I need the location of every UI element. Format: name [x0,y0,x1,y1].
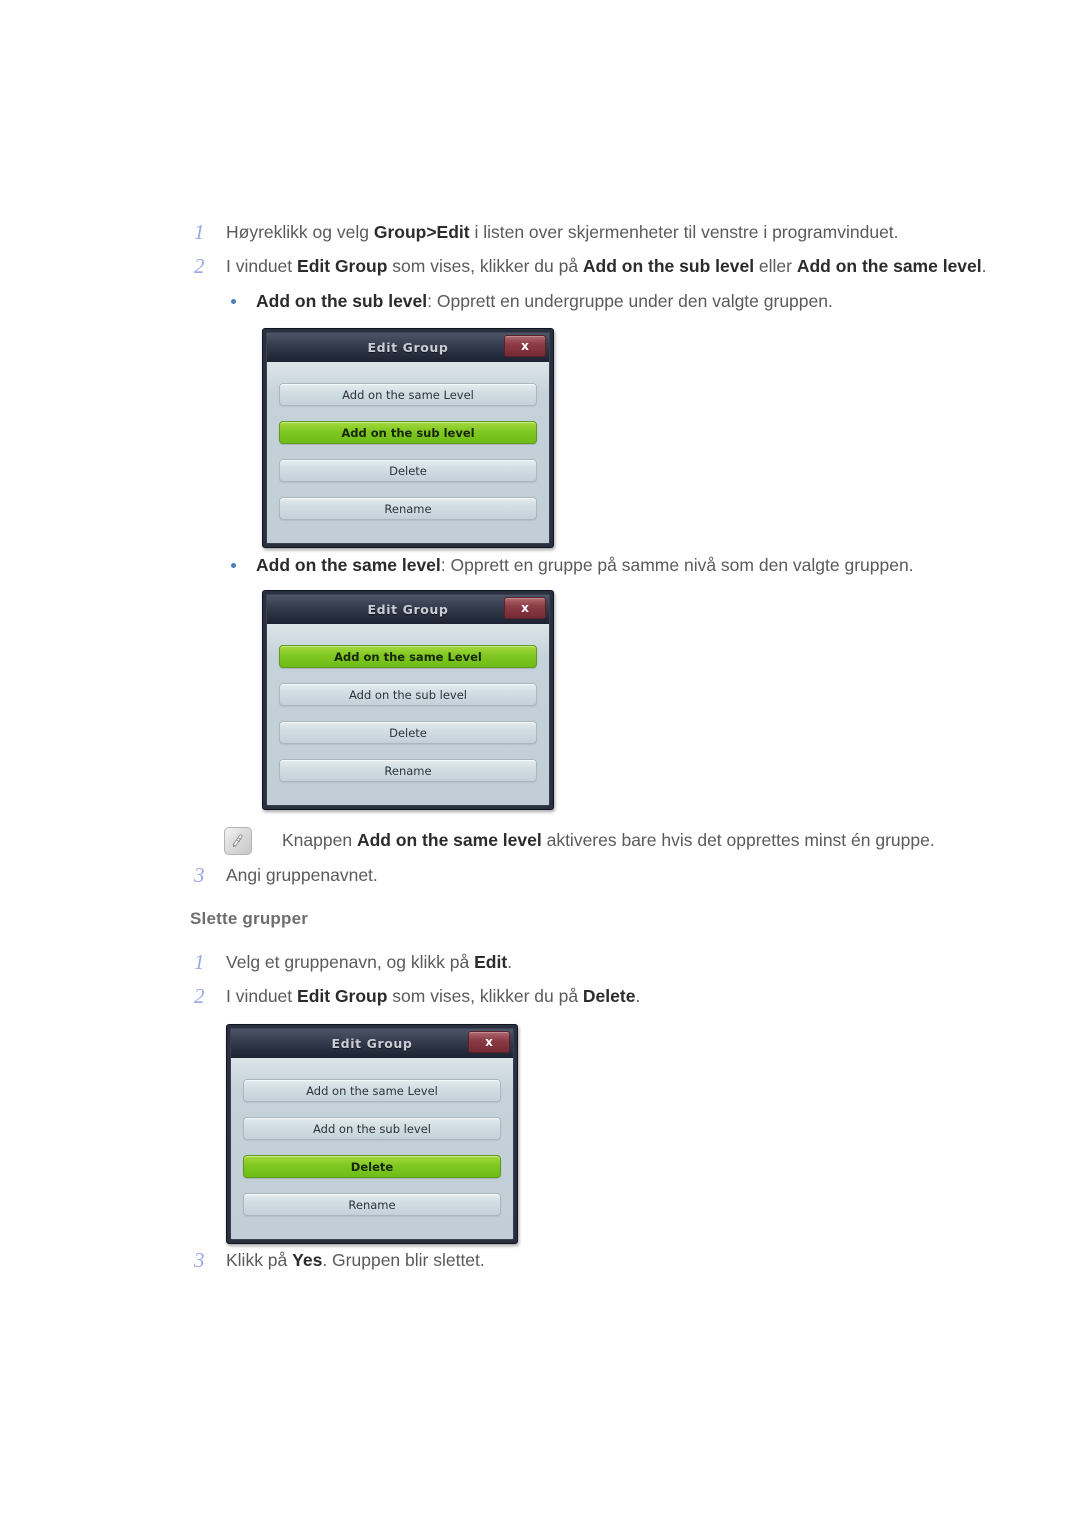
step-item: 2 I vinduet Edit Group som vises, klikke… [190,984,640,1008]
bullet-item: Add on the sub level: Opprett en undergr… [228,289,833,313]
bullet-item: Add on the same level: Opprett en gruppe… [228,553,914,577]
step-number: 2 [194,254,205,278]
step-text: Velg et gruppenavn, og klikk på Edit. [226,952,513,972]
bullet-text: Add on the same level: Opprett en gruppe… [256,555,914,575]
step-item: 1 Velg et gruppenavn, og klikk på Edit. [190,950,512,974]
step-number: 3 [194,1248,205,1272]
dialog-button[interactable]: Delete [243,1155,501,1179]
dialog-title: Edit Group [331,1036,413,1052]
dialog-title: Edit Group [367,602,449,618]
dialog-titlebar: Edit Group x [267,333,549,364]
step-text: Klikk på Yes. Gruppen blir slettet. [226,1250,485,1270]
dialog-inner: Edit Group x Add on the same Level Add on… [266,594,550,806]
step-text: I vinduet Edit Group som vises, klikker … [226,986,641,1006]
bullet-text: Add on the sub level: Opprett en undergr… [256,291,833,311]
step-text: I vinduet Edit Group som vises, klikker … [226,256,987,276]
note-text: Knappen Add on the same level aktiveres … [282,830,935,850]
bullet-dot-icon [228,289,256,313]
dialog-body: Add on the same Level Add on the sub leve… [231,1058,513,1239]
step-text: Høyreklikk og velg Group>Edit i listen o… [226,222,899,242]
dialog-titlebar: Edit Group x [231,1029,513,1060]
step-item: 3 Angi gruppenavnet. [190,863,378,887]
dialog-button[interactable]: Delete [279,459,537,483]
dialog-inner: Edit Group x Add on the same Level Add on… [266,332,550,544]
dialog-button[interactable]: Add on the sub level [243,1117,501,1141]
close-icon[interactable]: x [504,335,546,357]
note-pencil-icon [224,827,252,855]
dialog-titlebar: Edit Group x [267,595,549,626]
dialog-button[interactable]: Add on the sub level [279,421,537,445]
dialog-button[interactable]: Add on the sub level [279,683,537,707]
note-callout: Knappen Add on the same level aktiveres … [224,827,935,855]
step-number: 1 [194,950,205,974]
dialog-button[interactable]: Add on the same Level [243,1079,501,1103]
step-number: 1 [194,220,205,244]
bullet-dot-icon [228,553,256,577]
close-icon[interactable]: x [468,1031,510,1053]
step-item: 2 I vinduet Edit Group som vises, klikke… [190,254,987,278]
section-heading: Slette grupper [190,909,309,928]
dialog-button[interactable]: Add on the same Level [279,645,537,669]
step-number: 2 [194,984,205,1008]
edit-group-dialog[interactable]: Edit Group x Add on the same Level Add on… [226,1024,518,1244]
dialog-button[interactable]: Delete [279,721,537,745]
step-number: 3 [194,863,205,887]
dialog-button[interactable]: Add on the same Level [279,383,537,407]
edit-group-dialog[interactable]: Edit Group x Add on the same Level Add on… [262,328,554,548]
edit-group-dialog[interactable]: Edit Group x Add on the same Level Add on… [262,590,554,810]
dialog-button[interactable]: Rename [279,759,537,783]
step-text: Angi gruppenavnet. [226,865,378,885]
manual-page: 1 Høyreklikk og velg Group>Edit i listen… [0,0,1080,1527]
step-item: 1 Høyreklikk og velg Group>Edit i listen… [190,220,899,244]
dialog-button[interactable]: Rename [279,497,537,521]
dialog-title: Edit Group [367,340,449,356]
dialog-body: Add on the same Level Add on the sub leve… [267,362,549,543]
close-icon[interactable]: x [504,597,546,619]
dialog-button[interactable]: Rename [243,1193,501,1217]
dialog-inner: Edit Group x Add on the same Level Add on… [230,1028,514,1240]
dialog-body: Add on the same Level Add on the sub leve… [267,624,549,805]
step-item: 3 Klikk på Yes. Gruppen blir slettet. [190,1248,485,1272]
